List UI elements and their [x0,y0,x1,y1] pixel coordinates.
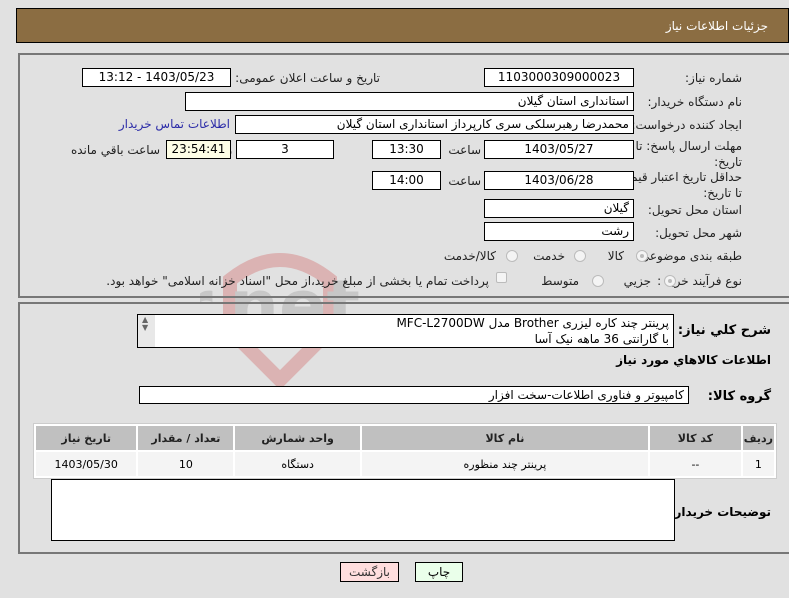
buyer-contact-link[interactable]: اطلاعات تماس خریدار [119,117,230,131]
price-validity-time-field: 14:00 [372,171,441,190]
description-line-1: پرینتر چند کاره لیزری Brother مدل MFC-L2… [396,316,669,330]
days-field: 3 [236,140,334,159]
buyer-org-field: استانداری استان گیلان [185,92,634,111]
announce-label: تاریخ و ساعت اعلان عمومی: [235,71,380,85]
col-unit: واحد شمارش [235,426,360,450]
buyer-notes-label: توضیحات خریدار: [669,505,771,519]
process-radio-minor[interactable] [664,275,676,287]
province-field: گیلان [484,199,634,218]
process-radio-medium[interactable] [592,275,604,287]
category-option-goods-service: کالا/خدمت [443,249,496,263]
goods-group-label: گروه کالا: [707,389,771,404]
description-line-2: با گارانتی 36 ماهه نیک آسا [534,332,669,346]
deadline-time-field: 13:30 [372,140,441,159]
process-option-medium: متوسط [541,274,579,288]
goods-table: ردیف کد کالا نام کالا واحد شمارش تعداد /… [33,423,777,479]
remaining-label: ساعت باقي مانده [70,143,160,157]
col-code: کد کالا [650,426,741,450]
page-title: جزئیات اطلاعات نیاز [665,19,768,33]
col-row: ردیف [742,426,774,450]
deadline-label: مهلت ارسال پاسخ: تا تاریخ: [635,139,742,169]
category-option-goods: کالا [607,249,624,263]
category-radio-goods-service[interactable] [506,250,518,262]
cell-quantity: 10 [138,452,234,476]
buyer-org-label: نام دستگاه خریدار: [647,95,743,109]
buyer-notes-field[interactable] [51,479,675,541]
description-label: شرح کلي نیاز: [677,323,771,338]
price-validity-date-field: 1403/06/28 [484,171,634,190]
process-option-minor: جزیي [623,274,651,288]
col-need-date: تاریخ نیاز [36,426,137,450]
deadline-time-label: ساعت [448,143,481,157]
category-radio-service[interactable] [574,250,586,262]
province-label: استان محل تحویل: [647,203,742,217]
goods-info-title: اطلاعات کالاهاي مورد نیاز [616,353,771,367]
description-scrollbar[interactable]: ▲ ▼ [138,315,155,347]
creator-label: ایجاد کننده درخواست: [631,118,742,132]
cell-name: پرینتر چند منظوره [361,452,649,476]
cell-row: 1 [742,452,774,476]
cell-unit: دستگاه [235,452,360,476]
goods-group-field: کامپیوتر و فناوری اطلاعات-سخت افزار [139,386,689,404]
page-header: جزئیات اطلاعات نیاز [16,8,789,43]
need-number-label: شماره نیاز: [685,71,742,85]
table-row: 1 -- پرینتر چند منظوره دستگاه 10 1403/05… [36,452,774,476]
category-option-service: خدمت [533,249,565,263]
announce-field: 1403/05/23 - 13:12 [82,68,231,87]
price-validity-time-label: ساعت [448,174,481,188]
description-field[interactable]: پرینتر چند کاره لیزری Brother مدل MFC-L2… [137,314,674,348]
col-quantity: تعداد / مقدار [138,426,234,450]
deadline-date-field: 1403/05/27 [484,140,634,159]
scroll-arrows-icon: ▲ ▼ [142,315,149,332]
col-name: نام کالا [361,426,649,450]
print-button[interactable]: چاپ [415,562,463,582]
cell-code: -- [650,452,741,476]
city-label: شهر محل تحویل: [655,226,742,240]
back-button[interactable]: بازگشت [340,562,399,582]
cell-need-date: 1403/05/30 [36,452,137,476]
remaining-time-field: 23:54:41 [166,140,231,159]
city-field: رشت [484,222,634,241]
goods-table-header: ردیف کد کالا نام کالا واحد شمارش تعداد /… [36,426,774,450]
creator-field: محمدرضا رهبرسلکی سری کارپرداز استانداری … [235,115,634,134]
category-label: طبقه بندی موضوعی: [635,249,742,263]
treasury-checkbox[interactable] [496,272,507,283]
category-radio-goods[interactable] [636,250,648,262]
treasury-checkbox-label: پرداخت تمام یا بخشی از مبلغ خرید،از محل … [106,274,489,288]
need-number-field: 1103000309000023 [484,68,634,87]
